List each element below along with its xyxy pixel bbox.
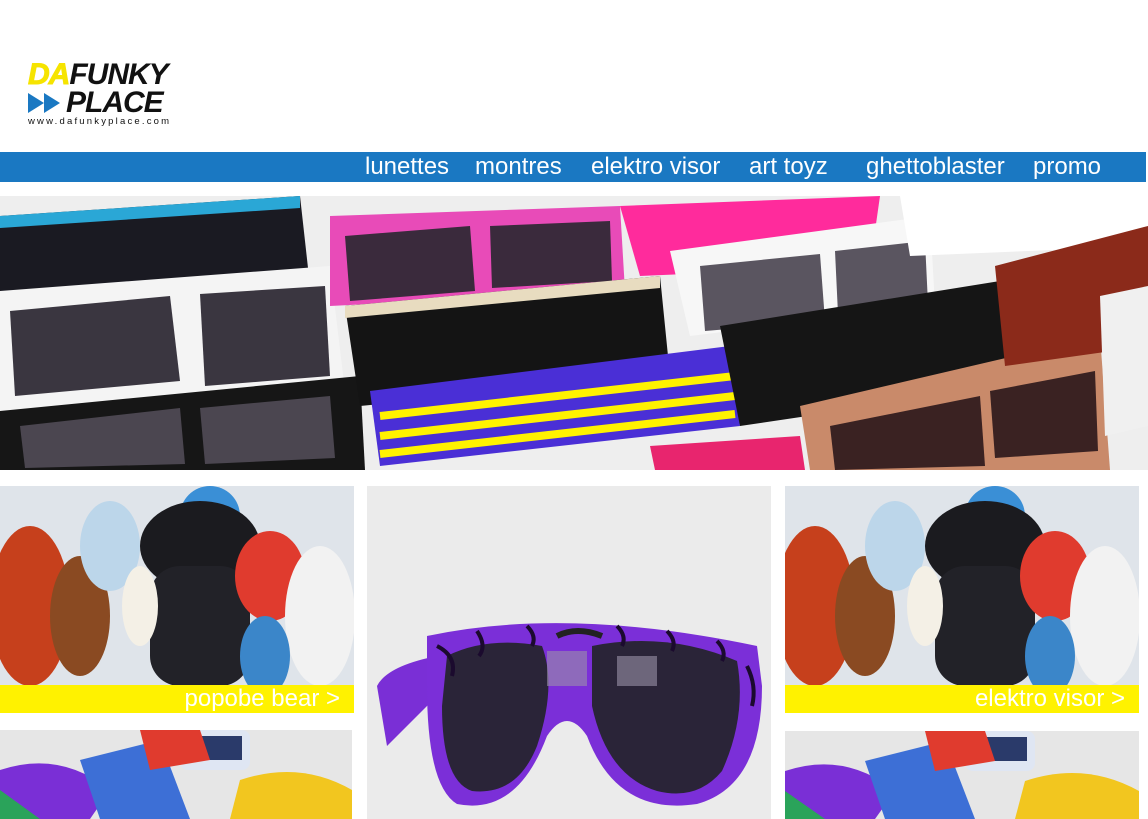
- nav-item-ghettoblaster[interactable]: ghettoblaster: [866, 152, 1005, 182]
- site-logo[interactable]: DAFUNKY PLACE www.dafunkyplace.com: [27, 58, 223, 130]
- sunglasses-collage-image: [0, 196, 1148, 470]
- logo-da: DA: [27, 58, 70, 91]
- elektro-visor-caption: elektro visor >: [974, 685, 1125, 712]
- purple-zebra-aviator-image: [367, 486, 771, 819]
- nav-item-lunettes[interactable]: lunettes: [365, 152, 449, 182]
- art-toys-image-2: [785, 486, 1139, 713]
- popobe-bear-panel[interactable]: popobe bear >: [0, 486, 354, 713]
- watches-panel-left[interactable]: [0, 730, 352, 819]
- popobe-bear-caption: popobe bear >: [184, 685, 340, 712]
- fast-forward-icon: [28, 93, 60, 113]
- watches-image-2: [785, 731, 1139, 819]
- logo-place: PLACE: [66, 86, 164, 119]
- nav-item-elektro-visor[interactable]: elektro visor: [591, 152, 720, 182]
- logo-url: www.dafunkyplace.com: [28, 116, 172, 127]
- watches-panel-right[interactable]: [785, 731, 1139, 819]
- art-toys-image: [0, 486, 354, 713]
- popobe-bear-link[interactable]: popobe bear >: [0, 685, 354, 713]
- nav-item-art-toyz[interactable]: art toyz: [749, 152, 828, 182]
- watches-image: [0, 730, 352, 819]
- sunglasses-banner[interactable]: [0, 196, 1148, 470]
- elektro-visor-panel[interactable]: elektro visor >: [785, 486, 1139, 713]
- logo-wordmark-bottom: PLACE: [28, 86, 164, 119]
- featured-aviator-panel[interactable]: [367, 486, 771, 819]
- main-nav: lunettes montres elektro visor art toyz …: [0, 152, 1146, 182]
- nav-item-promo[interactable]: promo: [1033, 152, 1101, 182]
- nav-item-montres[interactable]: montres: [475, 152, 562, 182]
- elektro-visor-link[interactable]: elektro visor >: [785, 685, 1139, 713]
